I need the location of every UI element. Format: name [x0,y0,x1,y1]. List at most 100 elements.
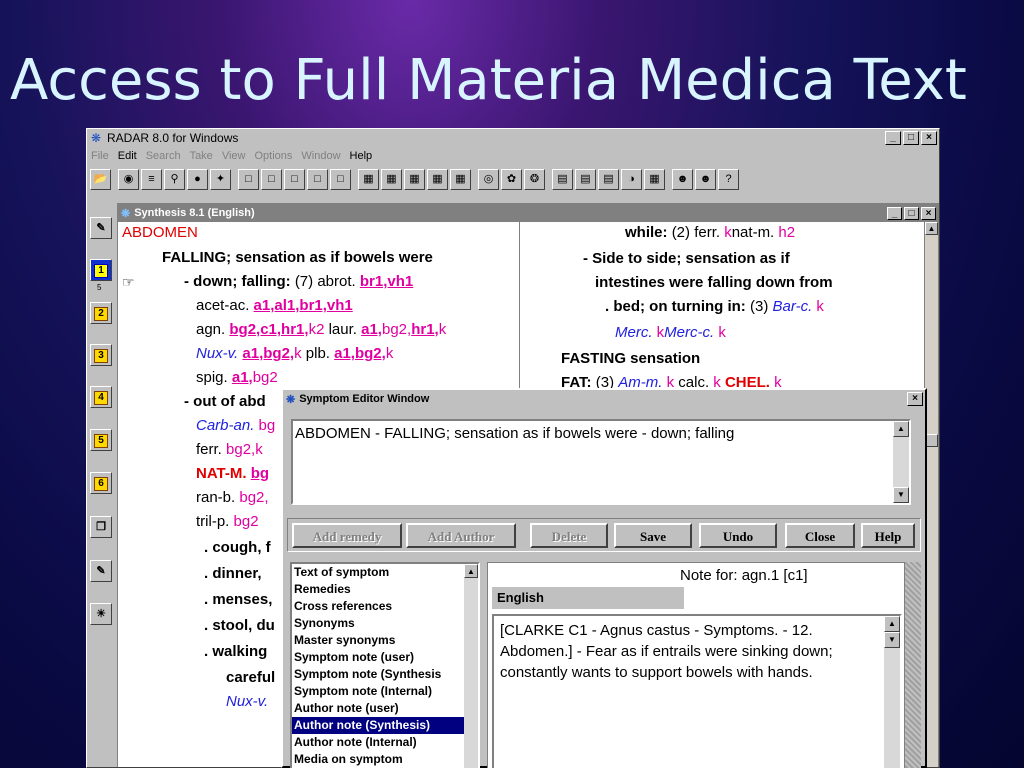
list-item[interactable]: Master synonyms [292,632,478,649]
molecule-icon[interactable]: ❂ [524,168,545,190]
remedy-line[interactable]: tril-p. bg2 [196,511,259,533]
remedy-line[interactable]: Merc. kMerc-c. k [615,322,726,344]
wand-icon[interactable]: ✦ [210,168,231,190]
list-item[interactable]: Media on symptom [292,751,478,768]
list-item[interactable]: Symptom note (user) [292,649,478,666]
clipboard5-icon[interactable]: □ [330,168,351,190]
list-item[interactable]: Symptom note (Internal) [292,683,478,700]
edit-chart-icon[interactable]: ✎ [90,560,112,582]
maximize-button[interactable]: □ [903,130,919,145]
list-item-selected[interactable]: Author note (Synthesis) [292,717,478,734]
clipboard4-icon[interactable]: □ [307,168,328,190]
scroll-up-icon[interactable]: ▲ [884,616,900,632]
menu-edit[interactable]: Edit [118,150,137,162]
symptom-text-scrollbar[interactable]: ▲ ▼ [893,421,909,503]
chart3-icon[interactable]: ▦ [450,168,471,190]
menu-search[interactable]: Search [146,150,181,162]
binoculars-icon[interactable]: ◉ [118,168,139,190]
menu-file[interactable]: File [91,150,109,162]
rubric-down-falling[interactable]: - down; falling: (7) abrot. br1,vh1 [184,271,413,293]
remedy-line[interactable]: NAT-M. bg [196,463,269,485]
table-icon[interactable]: ▦ [404,168,425,190]
scroll-down-icon[interactable]: ▼ [884,632,900,648]
tiles-icon[interactable]: ▦ [644,168,665,190]
list-item[interactable]: Author note (Internal) [292,734,478,751]
add-remedy-button[interactable]: Add remedy [292,523,402,548]
undo-button[interactable]: Undo [699,523,777,548]
language-tab[interactable]: English [492,587,684,609]
clipboard-icon[interactable]: □ [238,168,259,190]
bug-icon[interactable]: ✿ [501,168,522,190]
chart2-icon[interactable]: ▦ [427,168,448,190]
clipboard-3-icon[interactable]: 3 [90,344,112,366]
open-icon[interactable]: 📂 [90,168,111,190]
minimize-button[interactable]: _ [885,130,901,145]
scroll-up-icon[interactable]: ▲ [893,421,909,437]
lightbulb-icon[interactable]: ● [187,168,208,190]
symptom-text-field[interactable]: ABDOMEN - FALLING; sensation as if bowel… [291,419,911,505]
list-item[interactable]: Synonyms [292,615,478,632]
menu-options[interactable]: Options [254,150,292,162]
list-item[interactable]: Author note (user) [292,700,478,717]
list-item[interactable]: Text of symptom [292,564,478,581]
remedy-line[interactable]: Nux-v. [226,691,268,713]
rubric-fasting[interactable]: FASTING sensation [561,348,700,370]
dialog-close-button[interactable]: × [907,392,923,406]
sub-rubric[interactable]: . walking [204,641,267,663]
globe-icon[interactable]: ◑ [621,168,642,190]
rubric-line[interactable]: intestines were falling down from [595,272,833,294]
help-icon[interactable]: ? [718,168,739,190]
remedy-line[interactable]: ferr. bg2,k [196,439,263,461]
remedy-line[interactable]: Nux-v. a1,bg2,k plb. a1,bg2,k [196,343,393,365]
note-type-list[interactable]: Text of symptom Remedies Cross reference… [290,562,480,768]
menu-view[interactable]: View [222,150,246,162]
card-icon[interactable]: ▤ [575,168,596,190]
chapter-heading[interactable]: ABDOMEN [122,222,198,244]
sub-rubric[interactable]: . menses, [204,589,272,611]
clipboard-2-icon[interactable]: 2 [90,302,112,324]
people2-icon[interactable]: ☻ [695,168,716,190]
sub-rubric[interactable]: . stool, du [204,615,275,637]
synth-maximize-button[interactable]: □ [904,206,919,220]
abc-icon[interactable]: ≡ [141,168,162,190]
list-item[interactable]: Remedies [292,581,478,598]
list-scrollbar[interactable]: ▲ [464,564,478,768]
close-dialog-button[interactable]: Close [785,523,855,548]
document-icon[interactable]: ▤ [552,168,573,190]
clipboard3-icon[interactable]: □ [284,168,305,190]
menu-window[interactable]: Window [301,150,340,162]
rubric-line[interactable]: . bed; on turning in: (3) Bar-c. k [605,296,824,318]
remedy-line[interactable]: spig. a1,bg2 [196,367,278,389]
clipboard2-icon[interactable]: □ [261,168,282,190]
delete-button[interactable]: Delete [530,523,608,548]
list-item[interactable]: Symptom note (Synthesis [292,666,478,683]
scroll-up-icon[interactable]: ▲ [464,564,478,578]
scroll-up-icon[interactable]: ▲ [925,222,938,235]
grid-icon[interactable]: ▦ [381,168,402,190]
help-button[interactable]: Help [861,523,915,548]
rubric-line[interactable]: while: (2) ferr. knat-m. h2 [625,222,795,244]
bar-chart-icon[interactable]: ▦ [358,168,379,190]
people-icon[interactable]: ☻ [672,168,693,190]
remedy-line[interactable]: acet-ac. a1,al1,br1,vh1 [196,295,353,317]
clipboard-6-icon[interactable]: 6 [90,472,112,494]
pen-icon[interactable]: ✎ [90,217,112,239]
rubric-out-of-abd[interactable]: - out of abd [184,391,266,413]
add-author-button[interactable]: Add Author [406,523,516,548]
magnifier-icon[interactable]: ⚲ [164,168,185,190]
sub-rubric[interactable]: careful [226,667,275,689]
close-button[interactable]: × [921,130,937,145]
window-icon[interactable]: ▤ [598,168,619,190]
rubric-side-to-side[interactable]: - Side to side; sensation as if [583,248,790,270]
sub-rubric[interactable]: . cough, f [204,537,271,559]
synth-minimize-button[interactable]: _ [887,206,902,220]
save-button[interactable]: Save [614,523,692,548]
remedy-line[interactable]: agn. bg2,c1,hr1,k2 laur. a1,bg2,hr1,k [196,319,446,341]
copy-icon[interactable]: ❐ [90,516,112,538]
clipboard-4-icon[interactable]: 4 [90,386,112,408]
synth-close-button[interactable]: × [921,206,936,220]
clipboard-1-icon[interactable]: 1 [90,259,112,281]
note-scrollbar[interactable]: ▲ ▼ [884,616,900,768]
rubric-falling[interactable]: FALLING; sensation as if bowels were [162,247,433,269]
menu-help[interactable]: Help [350,150,373,162]
